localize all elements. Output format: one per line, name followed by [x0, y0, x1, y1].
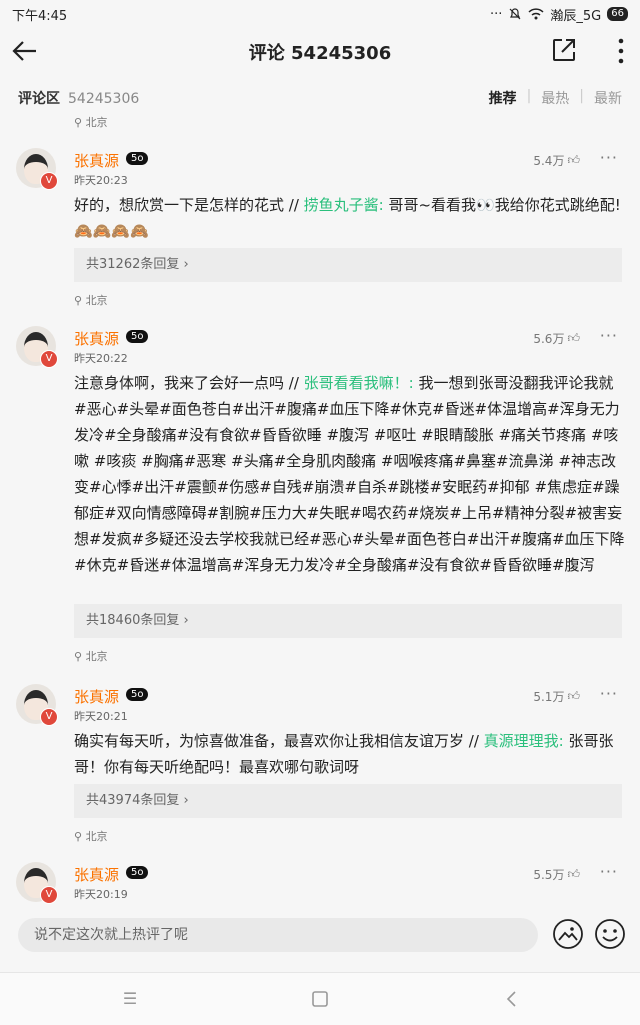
- avatar[interactable]: V: [16, 326, 58, 368]
- quoted-user[interactable]: 捞鱼丸子酱:: [304, 196, 384, 214]
- level-badge: 5o: [126, 330, 149, 343]
- username[interactable]: 张真源: [74, 686, 119, 707]
- quoted-user[interactable]: 张哥看看我嘛！:: [304, 374, 414, 392]
- status-right: ··· 瀚辰_5G 66: [490, 5, 628, 24]
- comment-time: 昨天20:22: [74, 352, 128, 365]
- location-text: 北京: [85, 830, 108, 843]
- status-dots-icon: ···: [490, 6, 503, 22]
- thumbs-up-icon: 👍︎: [567, 331, 580, 345]
- home-square-icon[interactable]: [310, 989, 330, 1009]
- avatar[interactable]: V: [16, 684, 58, 726]
- location-tag: ⚲ 北京: [74, 828, 108, 844]
- comment-text: 好的，想欣赏一下是怎样的花式 // 捞鱼丸子酱: 哥哥~看看我👀我给你花式跳绝配…: [74, 192, 626, 244]
- comment-time: 昨天20:21: [74, 710, 128, 723]
- comment-text-main: 确实有每天听，为惊喜做准备，最喜欢你让我相信友谊万岁 //: [74, 732, 484, 750]
- vip-badge: V: [40, 708, 58, 726]
- share-icon[interactable]: [550, 36, 578, 64]
- page-title: 评论 54245306: [248, 43, 392, 64]
- level-badge: 5o: [126, 866, 149, 879]
- sort-tabs: 推荐 | 最热 | 最新: [489, 88, 622, 108]
- thumbs-up-icon: 👍︎: [567, 867, 580, 881]
- comment-text-main: 好的，想欣赏一下是怎样的花式 //: [74, 196, 304, 214]
- username[interactable]: 张真源: [74, 864, 119, 885]
- comment-section-header: 评论区 54245306 推荐 | 最热 | 最新: [0, 82, 640, 112]
- location-tag: ⚲ 北京: [74, 292, 108, 308]
- location-text: 北京: [85, 294, 108, 307]
- sort-recommended[interactable]: 推荐: [489, 88, 517, 108]
- location-pin-icon: ⚲: [74, 650, 86, 663]
- back-triangle-icon[interactable]: [502, 989, 522, 1009]
- wifi-icon: [528, 8, 544, 20]
- location-pin-icon: ⚲: [74, 294, 86, 307]
- comment-input[interactable]: 说不定这次就上热评了呢: [18, 918, 538, 952]
- comment-area-label: 评论区 54245306: [18, 88, 139, 108]
- comment-count: 54245306: [68, 91, 140, 107]
- sort-newest[interactable]: 最新: [594, 88, 622, 108]
- like-count: 5.4万: [533, 154, 565, 168]
- section-label: 评论区: [18, 91, 60, 107]
- level-badge: 5o: [126, 152, 149, 165]
- location-tag: ⚲ 北京: [74, 114, 108, 130]
- avatar[interactable]: V: [16, 148, 58, 190]
- divider: |: [579, 88, 584, 104]
- like-count: 5.1万: [533, 690, 565, 704]
- mute-icon: [509, 8, 521, 20]
- comment-text: 确实有每天听，为惊喜做准备，最喜欢你让我相信友谊万岁 // 真源理理我: 张哥张…: [74, 728, 626, 780]
- comment-more-icon[interactable]: ···: [600, 684, 618, 703]
- thumbs-up-icon: 👍︎: [567, 689, 580, 703]
- more-vertical-icon[interactable]: [616, 38, 626, 64]
- like-button[interactable]: 5.4万 👍︎: [533, 152, 580, 169]
- replies-link[interactable]: 共31262条回复 ›: [74, 248, 622, 282]
- top-bar: 评论 54245306: [0, 28, 640, 74]
- vip-badge: V: [40, 172, 58, 190]
- network-name: 瀚辰_5G: [550, 8, 602, 24]
- comment-text-quoted: 我一想到张哥没翻我评论我就#恶心#头晕#面色苍白#出汗#腹痛#血压下降#休克#昏…: [74, 374, 625, 574]
- avatar[interactable]: V: [16, 862, 58, 904]
- battery-icon: 66: [607, 7, 628, 21]
- comment-more-icon[interactable]: ···: [600, 862, 618, 881]
- sort-hottest[interactable]: 最热: [541, 88, 569, 108]
- like-button[interactable]: 5.6万 👍︎: [533, 330, 580, 347]
- level-badge: 5o: [126, 688, 149, 701]
- comment-time: 昨天20:23: [74, 174, 128, 187]
- replies-link[interactable]: 共43974条回复 ›: [74, 784, 622, 818]
- system-nav-bar: ☰: [0, 972, 640, 1025]
- comment-more-icon[interactable]: ···: [600, 326, 618, 345]
- status-bar: 下午4:45 ··· 瀚辰_5G 66: [0, 0, 640, 28]
- image-icon[interactable]: [552, 918, 584, 950]
- location-text: 北京: [85, 650, 108, 663]
- comment-text-main: 注意身体啊，我来了会好一点吗 //: [74, 374, 304, 392]
- like-count: 5.6万: [533, 332, 565, 346]
- vip-badge: V: [40, 886, 58, 904]
- location-pin-icon: ⚲: [74, 830, 86, 843]
- comment-more-icon[interactable]: ···: [600, 148, 618, 167]
- username[interactable]: 张真源: [74, 150, 119, 171]
- location-tag: ⚲ 北京: [74, 648, 108, 664]
- comment-time: 昨天20:19: [74, 888, 128, 901]
- thumbs-up-icon: 👍︎: [567, 153, 580, 167]
- emoji-icon[interactable]: [594, 918, 626, 950]
- menu-icon[interactable]: ☰: [120, 989, 140, 1009]
- like-button[interactable]: 5.1万 👍︎: [533, 688, 580, 705]
- vip-badge: V: [40, 350, 58, 368]
- status-time: 下午4:45: [12, 8, 68, 24]
- divider: |: [526, 88, 532, 104]
- comment-text: 注意身体啊，我来了会好一点吗 // 张哥看看我嘛！: 我一想到张哥没翻我评论我就…: [74, 370, 626, 578]
- like-button[interactable]: 5.5万 👍︎: [533, 866, 580, 883]
- username[interactable]: 张真源: [74, 328, 119, 349]
- like-count: 5.5万: [533, 868, 565, 882]
- quoted-user[interactable]: 真源理理我:: [484, 732, 564, 750]
- location-text: 北京: [85, 116, 108, 129]
- replies-link[interactable]: 共18460条回复 ›: [74, 604, 622, 638]
- location-pin-icon: ⚲: [74, 116, 86, 129]
